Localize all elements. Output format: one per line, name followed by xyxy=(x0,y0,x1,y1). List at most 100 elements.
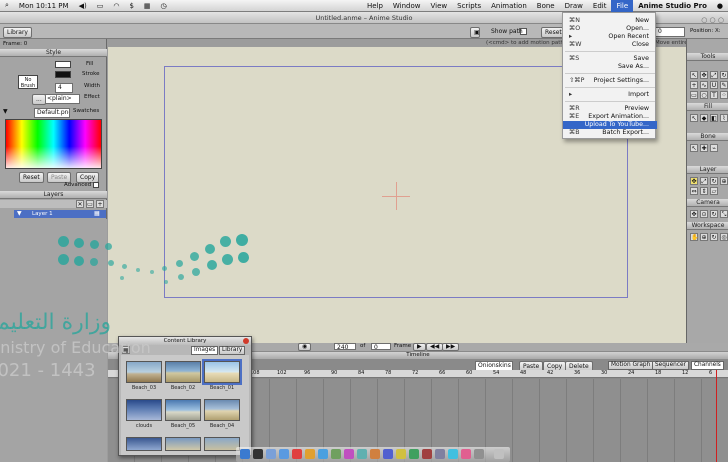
wifi-icon[interactable]: ◠ xyxy=(108,2,124,10)
thumbnail-more-3[interactable] xyxy=(126,437,162,451)
menu-item-project-settings[interactable]: Project Settings... ⇧⌘P xyxy=(563,77,657,85)
dock-trash-icon[interactable] xyxy=(494,449,504,459)
width-field[interactable]: 4 xyxy=(55,83,73,93)
tool-rotate-workspace-icon[interactable]: ↻ xyxy=(710,233,718,241)
spotlight-icon[interactable]: ⌕ xyxy=(0,1,14,10)
tool-translate-points-icon[interactable]: ✥ xyxy=(700,71,708,79)
menu-item-open[interactable]: Open... ⌘O xyxy=(563,25,657,33)
library-button[interactable]: Library xyxy=(3,27,32,38)
app-menu[interactable]: Anime Studio Pro xyxy=(633,2,712,10)
menu-scripts[interactable]: Scripts xyxy=(452,2,486,10)
tab-images[interactable]: Images xyxy=(191,346,219,355)
tool-rotate-layer-icon[interactable]: ↻ xyxy=(710,177,718,185)
style-reset-button[interactable]: Reset xyxy=(19,172,44,183)
tool-zoom-camera-icon[interactable]: ⊙ xyxy=(700,210,708,218)
thumbnail-beach-04[interactable] xyxy=(204,399,240,421)
thumbnail-beach-02[interactable] xyxy=(165,361,201,383)
dock-itunes-icon[interactable] xyxy=(318,449,328,459)
color-swatches-grid[interactable] xyxy=(5,119,102,169)
dock-app-icon[interactable] xyxy=(383,449,393,459)
tool-roll-camera-icon[interactable]: ↻ xyxy=(710,210,718,218)
apple-icon[interactable]: ● xyxy=(712,2,728,10)
menu-view[interactable]: View xyxy=(426,2,453,10)
fill-swatch[interactable] xyxy=(55,61,71,68)
tab-channels[interactable]: Channels xyxy=(691,361,724,370)
menu-item-close[interactable]: Close ⌘W xyxy=(563,41,657,49)
dock-preview-icon[interactable] xyxy=(331,449,341,459)
library-view-icon[interactable]: ▦ xyxy=(122,346,130,354)
step-forward-button[interactable]: ▶▶ xyxy=(442,343,460,351)
thumbnail-beach-01[interactable] xyxy=(202,359,242,385)
no-brush-button[interactable]: No Brush xyxy=(18,75,38,89)
dollar-icon[interactable]: $ xyxy=(124,2,138,10)
tool-magnet-icon[interactable]: U xyxy=(710,81,718,89)
end-frame-field[interactable]: 240 xyxy=(334,343,356,350)
dock-mail-icon[interactable] xyxy=(266,449,276,459)
volume-icon[interactable]: ◀) xyxy=(74,2,92,10)
tool-flip-v-icon[interactable]: ⇕ xyxy=(700,187,708,195)
tool-add-point-icon[interactable]: + xyxy=(690,81,698,89)
grid-icon[interactable]: ▦ xyxy=(139,2,156,10)
toolbar-icon-1[interactable]: ▣ xyxy=(470,27,480,38)
layer-visibility-icon[interactable]: ▼ xyxy=(17,210,22,218)
dock-app-icon[interactable] xyxy=(422,449,432,459)
dock-app-icon[interactable] xyxy=(357,449,367,459)
tool-zoom-workspace-icon[interactable]: ⊕ xyxy=(700,233,708,241)
position-x-field[interactable]: 0 xyxy=(655,27,685,37)
menu-bone[interactable]: Bone xyxy=(532,2,560,10)
tool-add-bone-icon[interactable]: ✚ xyxy=(700,144,708,152)
tool-scatter-icon[interactable]: ⁘ xyxy=(720,91,728,99)
tab-sequencer[interactable]: Sequencer xyxy=(652,361,689,370)
dock-finder-icon[interactable] xyxy=(240,449,250,459)
sync-icon[interactable]: ◷ xyxy=(156,2,172,10)
menu-window[interactable]: Window xyxy=(388,2,426,10)
tool-paint-bucket-icon[interactable]: ◧ xyxy=(710,114,718,122)
tool-set-origin-icon[interactable]: ⊕ xyxy=(720,177,728,185)
playhead[interactable] xyxy=(716,370,717,462)
tool-select-points-icon[interactable]: ↖ xyxy=(690,71,698,79)
tool-flip-h-icon[interactable]: ⇔ xyxy=(690,187,698,195)
tab-library[interactable]: Library xyxy=(219,346,246,355)
battery-icon[interactable]: ▭ xyxy=(92,2,109,10)
thumbnail-clouds[interactable] xyxy=(126,399,162,421)
play-button[interactable]: ▶ xyxy=(413,343,426,351)
dock-safari-icon[interactable] xyxy=(279,449,289,459)
dock-app-icon[interactable] xyxy=(396,449,406,459)
tool-orbit-workspace-icon[interactable]: ◎ xyxy=(720,233,728,241)
menu-help[interactable]: Help xyxy=(362,2,388,10)
loop-button[interactable]: ◉ xyxy=(298,343,312,351)
tool-pan-workspace-icon[interactable]: ✋ xyxy=(690,233,698,241)
tool-curvature-icon[interactable]: ∿ xyxy=(700,81,708,89)
advanced-checkbox[interactable] xyxy=(93,182,99,188)
tool-scale-points-icon[interactable]: ⤢ xyxy=(710,71,718,79)
swatches-select[interactable]: Default.png xyxy=(34,108,70,118)
new-layer-icon[interactable]: + xyxy=(96,200,104,208)
tool-eyedropper-icon[interactable]: ⌇ xyxy=(720,114,728,122)
menu-item-batch-export[interactable]: Batch Export... ⌘B xyxy=(563,129,657,137)
tool-freehand-icon[interactable]: ✎ xyxy=(720,81,728,89)
menu-item-new[interactable]: New ⌘N xyxy=(563,17,657,25)
menu-item-upload-youtube[interactable]: Upload To YouTube... xyxy=(563,121,657,129)
tab-motion-graph[interactable]: Motion Graph xyxy=(608,361,654,370)
thumbnail-beach-03[interactable] xyxy=(126,361,162,383)
tool-select-shape-icon[interactable]: ↖ xyxy=(690,114,698,122)
menu-file[interactable]: File xyxy=(611,0,634,12)
tool-rectangle-icon[interactable]: ▭ xyxy=(690,91,698,99)
stroke-swatch[interactable] xyxy=(55,71,71,78)
tool-text-icon[interactable]: T xyxy=(710,91,718,99)
tool-translate-layer-icon[interactable]: ✥ xyxy=(690,177,698,185)
dock-app-icon[interactable] xyxy=(474,449,484,459)
tool-pan-tilt-icon[interactable]: ⤡ xyxy=(720,210,728,218)
dock-photos-icon[interactable] xyxy=(305,449,315,459)
thumbnail-more-1[interactable] xyxy=(204,437,240,451)
dock-app-icon[interactable] xyxy=(409,449,419,459)
clock[interactable]: Mon 10:11 PM xyxy=(14,2,74,10)
tool-rotate-points-icon[interactable]: ↻ xyxy=(720,71,728,79)
library-close-icon[interactable] xyxy=(243,338,249,344)
dock-app-icon[interactable] xyxy=(435,449,445,459)
tool-track-camera-icon[interactable]: ✥ xyxy=(690,210,698,218)
tool-select-bone-icon[interactable]: ↖ xyxy=(690,144,698,152)
menu-animation[interactable]: Animation xyxy=(486,2,532,10)
menu-item-open-recent[interactable]: Open Recent ▸ xyxy=(563,33,657,41)
dock-app-icon[interactable] xyxy=(370,449,380,459)
